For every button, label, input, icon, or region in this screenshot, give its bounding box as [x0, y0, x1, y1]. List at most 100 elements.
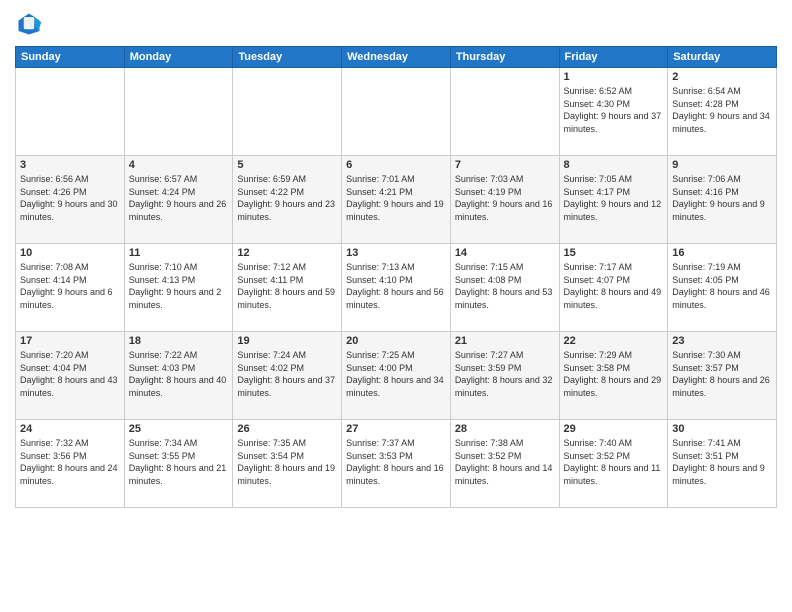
day-info: Sunrise: 7:17 AM Sunset: 4:07 PM Dayligh… — [564, 261, 664, 311]
day-number: 9 — [672, 159, 772, 171]
day-info: Sunrise: 7:13 AM Sunset: 4:10 PM Dayligh… — [346, 261, 446, 311]
day-cell-13: 13 Sunrise: 7:13 AM Sunset: 4:10 PM Dayli… — [342, 244, 451, 332]
header — [15, 10, 777, 38]
day-info: Sunrise: 7:08 AM Sunset: 4:14 PM Dayligh… — [20, 261, 120, 311]
day-info: Sunrise: 7:05 AM Sunset: 4:17 PM Dayligh… — [564, 173, 664, 223]
empty-cell — [233, 68, 342, 156]
day-cell-25: 25 Sunrise: 7:34 AM Sunset: 3:55 PM Dayli… — [124, 420, 233, 508]
day-cell-23: 23 Sunrise: 7:30 AM Sunset: 3:57 PM Dayli… — [668, 332, 777, 420]
day-info: Sunrise: 7:25 AM Sunset: 4:00 PM Dayligh… — [346, 349, 446, 399]
day-info: Sunrise: 7:20 AM Sunset: 4:04 PM Dayligh… — [20, 349, 120, 399]
calendar-table: SundayMondayTuesdayWednesdayThursdayFrid… — [15, 46, 777, 508]
day-info: Sunrise: 7:34 AM Sunset: 3:55 PM Dayligh… — [129, 437, 229, 487]
day-number: 19 — [237, 335, 337, 347]
day-info: Sunrise: 6:56 AM Sunset: 4:26 PM Dayligh… — [20, 173, 120, 223]
day-cell-11: 11 Sunrise: 7:10 AM Sunset: 4:13 PM Dayli… — [124, 244, 233, 332]
day-number: 4 — [129, 159, 229, 171]
day-info: Sunrise: 7:35 AM Sunset: 3:54 PM Dayligh… — [237, 437, 337, 487]
day-cell-21: 21 Sunrise: 7:27 AM Sunset: 3:59 PM Dayli… — [450, 332, 559, 420]
day-cell-5: 5Sunrise: 6:59 AM Sunset: 4:22 PM Daylig… — [233, 156, 342, 244]
day-cell-14: 14 Sunrise: 7:15 AM Sunset: 4:08 PM Dayli… — [450, 244, 559, 332]
day-info: Sunrise: 7:03 AM Sunset: 4:19 PM Dayligh… — [455, 173, 555, 223]
day-number: 5 — [237, 159, 337, 171]
empty-cell — [342, 68, 451, 156]
week-row-3: 10 Sunrise: 7:08 AM Sunset: 4:14 PM Dayli… — [16, 244, 777, 332]
day-cell-4: 4 Sunrise: 6:57 AM Sunset: 4:24 PM Daylig… — [124, 156, 233, 244]
weekday-header-saturday: Saturday — [668, 47, 777, 68]
day-info: Sunrise: 7:19 AM Sunset: 4:05 PM Dayligh… — [672, 261, 772, 311]
day-cell-9: 9Sunrise: 7:06 AM Sunset: 4:16 PM Daylig… — [668, 156, 777, 244]
day-cell-15: 15 Sunrise: 7:17 AM Sunset: 4:07 PM Dayli… — [559, 244, 668, 332]
day-info: Sunrise: 7:12 AM Sunset: 4:11 PM Dayligh… — [237, 261, 337, 311]
day-number: 11 — [129, 247, 229, 259]
day-cell-27: 27 Sunrise: 7:37 AM Sunset: 3:53 PM Dayli… — [342, 420, 451, 508]
day-number: 27 — [346, 423, 446, 435]
day-cell-29: 29 Sunrise: 7:40 AM Sunset: 3:52 PM Dayli… — [559, 420, 668, 508]
day-number: 26 — [237, 423, 337, 435]
day-cell-26: 26 Sunrise: 7:35 AM Sunset: 3:54 PM Dayli… — [233, 420, 342, 508]
day-number: 30 — [672, 423, 772, 435]
day-info: Sunrise: 7:15 AM Sunset: 4:08 PM Dayligh… — [455, 261, 555, 311]
day-info: Sunrise: 7:41 AM Sunset: 3:51 PM Dayligh… — [672, 437, 772, 487]
day-number: 17 — [20, 335, 120, 347]
weekday-header-thursday: Thursday — [450, 47, 559, 68]
day-cell-24: 24 Sunrise: 7:32 AM Sunset: 3:56 PM Dayli… — [16, 420, 125, 508]
day-info: Sunrise: 7:38 AM Sunset: 3:52 PM Dayligh… — [455, 437, 555, 487]
day-number: 7 — [455, 159, 555, 171]
day-cell-6: 6Sunrise: 7:01 AM Sunset: 4:21 PM Daylig… — [342, 156, 451, 244]
week-row-1: 1Sunrise: 6:52 AM Sunset: 4:30 PM Daylig… — [16, 68, 777, 156]
day-number: 22 — [564, 335, 664, 347]
day-cell-16: 16 Sunrise: 7:19 AM Sunset: 4:05 PM Dayli… — [668, 244, 777, 332]
day-cell-10: 10 Sunrise: 7:08 AM Sunset: 4:14 PM Dayli… — [16, 244, 125, 332]
day-info: Sunrise: 7:22 AM Sunset: 4:03 PM Dayligh… — [129, 349, 229, 399]
day-number: 1 — [564, 71, 664, 83]
empty-cell — [16, 68, 125, 156]
day-info: Sunrise: 7:40 AM Sunset: 3:52 PM Dayligh… — [564, 437, 664, 487]
logo — [15, 10, 47, 38]
day-info: Sunrise: 7:32 AM Sunset: 3:56 PM Dayligh… — [20, 437, 120, 487]
empty-cell — [450, 68, 559, 156]
weekday-header-friday: Friday — [559, 47, 668, 68]
day-number: 13 — [346, 247, 446, 259]
day-number: 3 — [20, 159, 120, 171]
weekday-header-sunday: Sunday — [16, 47, 125, 68]
day-cell-7: 7 Sunrise: 7:03 AM Sunset: 4:19 PM Daylig… — [450, 156, 559, 244]
day-info: Sunrise: 7:10 AM Sunset: 4:13 PM Dayligh… — [129, 261, 229, 311]
day-number: 25 — [129, 423, 229, 435]
page: SundayMondayTuesdayWednesdayThursdayFrid… — [0, 0, 792, 612]
day-number: 16 — [672, 247, 772, 259]
day-cell-28: 28Sunrise: 7:38 AM Sunset: 3:52 PM Dayli… — [450, 420, 559, 508]
day-number: 24 — [20, 423, 120, 435]
day-number: 2 — [672, 71, 772, 83]
weekday-header-wednesday: Wednesday — [342, 47, 451, 68]
day-info: Sunrise: 6:57 AM Sunset: 4:24 PM Dayligh… — [129, 173, 229, 223]
day-cell-12: 12 Sunrise: 7:12 AM Sunset: 4:11 PM Dayli… — [233, 244, 342, 332]
day-cell-22: 22Sunrise: 7:29 AM Sunset: 3:58 PM Dayli… — [559, 332, 668, 420]
day-cell-30: 30 Sunrise: 7:41 AM Sunset: 3:51 PM Dayli… — [668, 420, 777, 508]
day-info: Sunrise: 7:27 AM Sunset: 3:59 PM Dayligh… — [455, 349, 555, 399]
day-number: 12 — [237, 247, 337, 259]
day-cell-17: 17 Sunrise: 7:20 AM Sunset: 4:04 PM Dayli… — [16, 332, 125, 420]
day-number: 21 — [455, 335, 555, 347]
day-cell-18: 18Sunrise: 7:22 AM Sunset: 4:03 PM Dayli… — [124, 332, 233, 420]
day-info: Sunrise: 7:30 AM Sunset: 3:57 PM Dayligh… — [672, 349, 772, 399]
weekday-header-tuesday: Tuesday — [233, 47, 342, 68]
empty-cell — [124, 68, 233, 156]
day-info: Sunrise: 7:01 AM Sunset: 4:21 PM Dayligh… — [346, 173, 446, 223]
day-info: Sunrise: 6:54 AM Sunset: 4:28 PM Dayligh… — [672, 85, 772, 135]
day-number: 20 — [346, 335, 446, 347]
day-info: Sunrise: 7:37 AM Sunset: 3:53 PM Dayligh… — [346, 437, 446, 487]
day-cell-1: 1Sunrise: 6:52 AM Sunset: 4:30 PM Daylig… — [559, 68, 668, 156]
week-row-5: 24 Sunrise: 7:32 AM Sunset: 3:56 PM Dayli… — [16, 420, 777, 508]
day-info: Sunrise: 7:24 AM Sunset: 4:02 PM Dayligh… — [237, 349, 337, 399]
day-number: 14 — [455, 247, 555, 259]
week-row-2: 3 Sunrise: 6:56 AM Sunset: 4:26 PM Daylig… — [16, 156, 777, 244]
logo-icon — [15, 10, 43, 38]
day-number: 10 — [20, 247, 120, 259]
weekday-header-row: SundayMondayTuesdayWednesdayThursdayFrid… — [16, 47, 777, 68]
day-cell-8: 8Sunrise: 7:05 AM Sunset: 4:17 PM Daylig… — [559, 156, 668, 244]
day-number: 29 — [564, 423, 664, 435]
day-number: 23 — [672, 335, 772, 347]
day-number: 15 — [564, 247, 664, 259]
week-row-4: 17 Sunrise: 7:20 AM Sunset: 4:04 PM Dayli… — [16, 332, 777, 420]
